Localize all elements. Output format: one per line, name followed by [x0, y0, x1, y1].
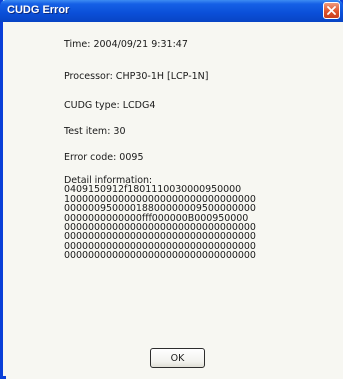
processor-text: Processor: CHP30-1H [LCP-1N] — [64, 71, 209, 82]
close-icon — [327, 6, 336, 15]
ok-button[interactable]: OK — [150, 348, 205, 368]
detail-information: Detail information: 0409150912f180111003… — [64, 176, 256, 261]
dialog-body: Time: 2004/09/21 9:31:47 Processor: CHP3… — [6, 22, 343, 379]
error-code-text: Error code: 0095 — [64, 152, 144, 163]
error-dialog-window: Time: 2004/09/21 9:31:47 Processor: CHP3… — [0, 0, 343, 379]
test-item-text: Test item: 30 — [64, 126, 126, 137]
window-title: CUDG Error — [7, 4, 70, 16]
cudg-type-text: CUDG type: LCDG4 — [64, 100, 156, 111]
close-button[interactable] — [323, 2, 340, 19]
title-bar[interactable]: CUDG Error — [0, 0, 343, 22]
time-text: Time: 2004/09/21 9:31:47 — [64, 39, 188, 50]
detail-line: 00000000000000000000000000000000 — [64, 250, 256, 262]
